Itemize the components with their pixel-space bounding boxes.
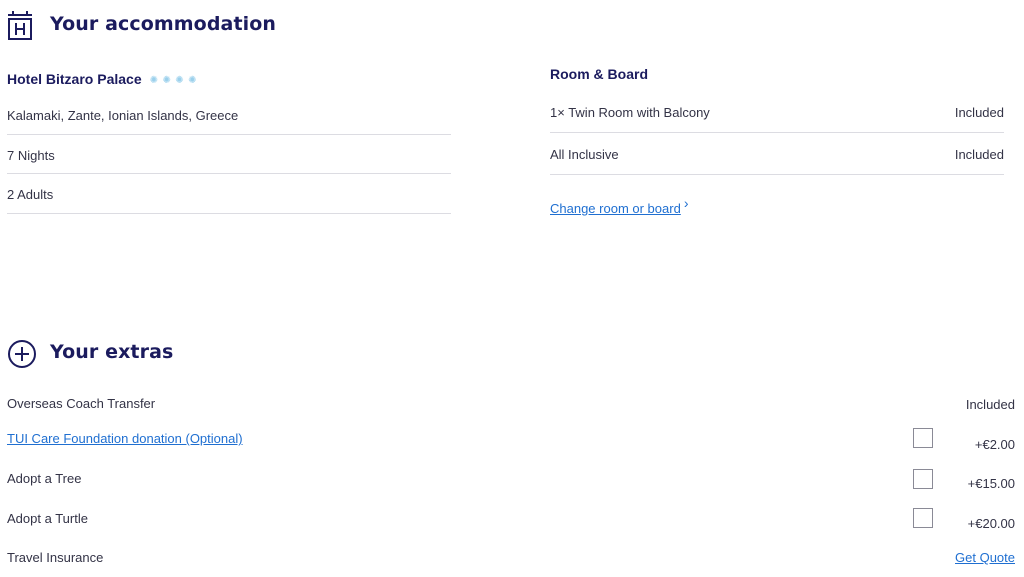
star-icon: ✺ (162, 75, 171, 86)
tui-care-donation-checkbox[interactable] (913, 428, 933, 448)
extra-travel-insurance: Travel Insurance (7, 550, 104, 565)
star-icon: ✺ (149, 75, 158, 86)
hotel-icon (7, 10, 33, 40)
change-room-board-label[interactable]: Change room or board (550, 201, 681, 216)
divider (550, 132, 1004, 133)
board-type: All Inclusive (550, 147, 619, 162)
accommodation-title: Your accommodation (50, 13, 277, 35)
extra-coach-transfer-value: Included (965, 397, 1015, 412)
extras-title: Your extras (50, 341, 174, 363)
divider (7, 173, 451, 174)
room-type: 1× Twin Room with Balcony (550, 105, 710, 120)
tui-care-donation-link[interactable]: TUI Care Foundation donation (Optional) (7, 431, 243, 446)
extra-adopt-turtle: Adopt a Turtle (7, 511, 88, 526)
hotel-location: Kalamaki, Zante, Ionian Islands, Greece (7, 108, 239, 123)
adopt-tree-checkbox[interactable] (913, 469, 933, 489)
extra-coach-transfer: Overseas Coach Transfer (7, 396, 156, 411)
adopt-tree-price: +€15.00 (967, 476, 1015, 491)
get-quote-link[interactable]: Get Quote (955, 550, 1015, 565)
hotel-name: Hotel Bitzaro Palace (7, 71, 142, 87)
plus-circle-icon (7, 339, 37, 369)
guests: 2 Adults (7, 187, 54, 202)
change-room-board-link[interactable]: Change room or board › (550, 195, 688, 216)
tui-care-donation-price: +€2.00 (974, 437, 1015, 452)
board-status: Included (954, 147, 1004, 162)
divider (7, 134, 451, 135)
chevron-right-icon: › (683, 195, 689, 211)
adopt-turtle-price: +€20.00 (967, 516, 1015, 531)
nights: 7 Nights (7, 148, 55, 163)
divider (7, 213, 451, 214)
divider (550, 174, 1004, 175)
hotel-name-row: Hotel Bitzaro Palace ✺ ✺ ✺ ✺ (7, 70, 197, 88)
extra-adopt-tree: Adopt a Tree (7, 471, 82, 486)
star-icon: ✺ (188, 75, 197, 86)
room-board-title: Room & Board (550, 66, 648, 82)
room-status: Included (954, 105, 1004, 120)
adopt-turtle-checkbox[interactable] (913, 508, 933, 528)
star-icon: ✺ (175, 75, 184, 86)
star-rating: ✺ ✺ ✺ ✺ (150, 70, 197, 88)
